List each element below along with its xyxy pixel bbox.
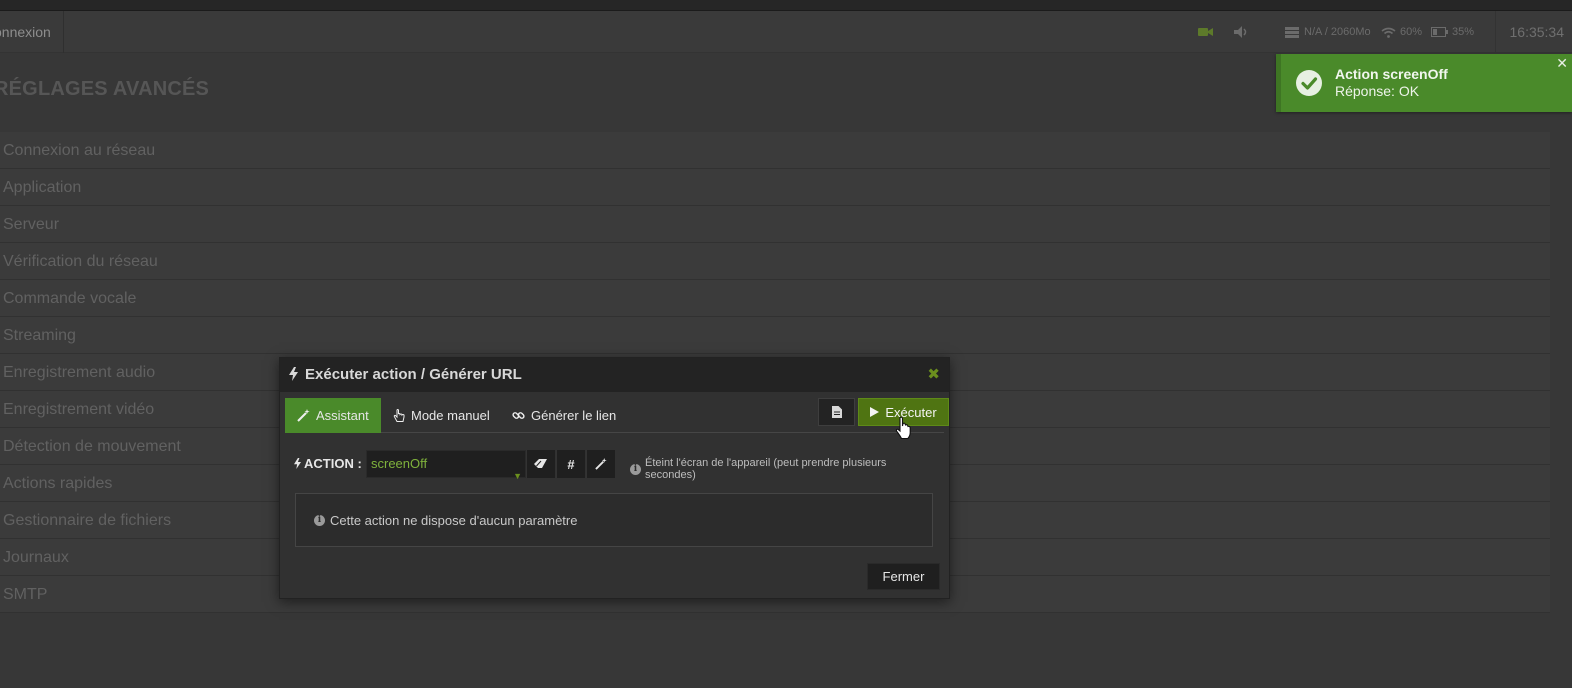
execute-action-dialog: Exécuter action / Générer URL ✖ Assistan… [279, 357, 950, 599]
hashtag-icon: # [567, 456, 575, 472]
action-select[interactable]: screenOff ▼ [366, 450, 526, 481]
action-description: i Éteint l'écran de l'appareil (peut pre… [630, 457, 940, 481]
mouse-cursor-icon [895, 416, 913, 445]
window-top-strip [0, 0, 1572, 11]
toast-message: Réponse: OK [1335, 83, 1420, 99]
dialog-title: Exécuter action / Générer URL [305, 366, 522, 383]
tab-generate-link[interactable]: Générer le lien [500, 398, 628, 433]
memory-value: N/A / 2060Mo [1304, 26, 1371, 38]
tab-manual-mode[interactable]: Mode manuel [381, 398, 502, 433]
hand-pointer-icon [393, 408, 405, 422]
tab-label: Assistant [316, 408, 369, 423]
tab-connexion[interactable]: onnexion [0, 11, 64, 53]
close-button[interactable]: Fermer [867, 563, 940, 590]
volume-icon[interactable] [1234, 11, 1250, 53]
close-icon[interactable]: ✖ [927, 365, 940, 383]
camera-icon[interactable] [1198, 11, 1214, 53]
parameters-message: i Cette action ne dispose d'aucun paramè… [314, 513, 577, 528]
tab-label: Générer le lien [531, 408, 617, 423]
document-icon [831, 406, 842, 418]
play-icon [870, 407, 880, 417]
magic-wand-icon [595, 458, 607, 470]
memory-status: N/A / 2060Mo [1285, 11, 1371, 53]
action-select-value: screenOff [371, 456, 428, 471]
battery-value: 35% [1452, 26, 1475, 38]
memory-icon [1285, 26, 1299, 38]
eraser-icon [534, 459, 547, 468]
top-bar: onnexion N/A / 2060Mo 60% 35% 16:35:34 [0, 11, 1572, 53]
hashtag-button[interactable]: # [556, 450, 585, 478]
tab-assistant[interactable]: Assistant [285, 398, 381, 433]
bolt-icon [289, 367, 298, 386]
info-icon: i [630, 463, 641, 475]
action-row: ACTION : screenOff ▼ # i Éteint l'écran … [294, 450, 940, 481]
clear-action-button[interactable] [526, 450, 555, 478]
toast-title: Action screenOff [1335, 66, 1448, 82]
dialog-header: Exécuter action / Générer URL ✖ [280, 358, 949, 392]
clock: 16:35:34 [1494, 11, 1564, 53]
documentation-button[interactable] [818, 398, 855, 426]
wifi-value: 60% [1400, 26, 1423, 38]
close-icon[interactable]: ✕ [1556, 55, 1568, 72]
bolt-icon [294, 458, 301, 469]
battery-icon [1431, 27, 1448, 37]
check-icon [1296, 70, 1322, 96]
wizard-button[interactable] [586, 450, 615, 478]
wifi-icon [1381, 27, 1396, 38]
caret-down-icon: ▼ [513, 471, 522, 481]
tab-label: Mode manuel [411, 408, 490, 423]
wifi-status: 60% [1381, 11, 1422, 53]
info-icon: i [314, 515, 325, 526]
magic-wand-icon [297, 409, 310, 422]
battery-status: 35% [1431, 11, 1474, 53]
action-label: ACTION : [294, 456, 362, 471]
notification-toast[interactable]: Action screenOff Réponse: OK ✕ [1276, 54, 1572, 112]
link-icon [512, 412, 525, 419]
dialog-tabs: Assistant Mode manuel Générer le lien Ex… [285, 398, 949, 433]
parameters-panel: i Cette action ne dispose d'aucun paramè… [295, 493, 933, 547]
